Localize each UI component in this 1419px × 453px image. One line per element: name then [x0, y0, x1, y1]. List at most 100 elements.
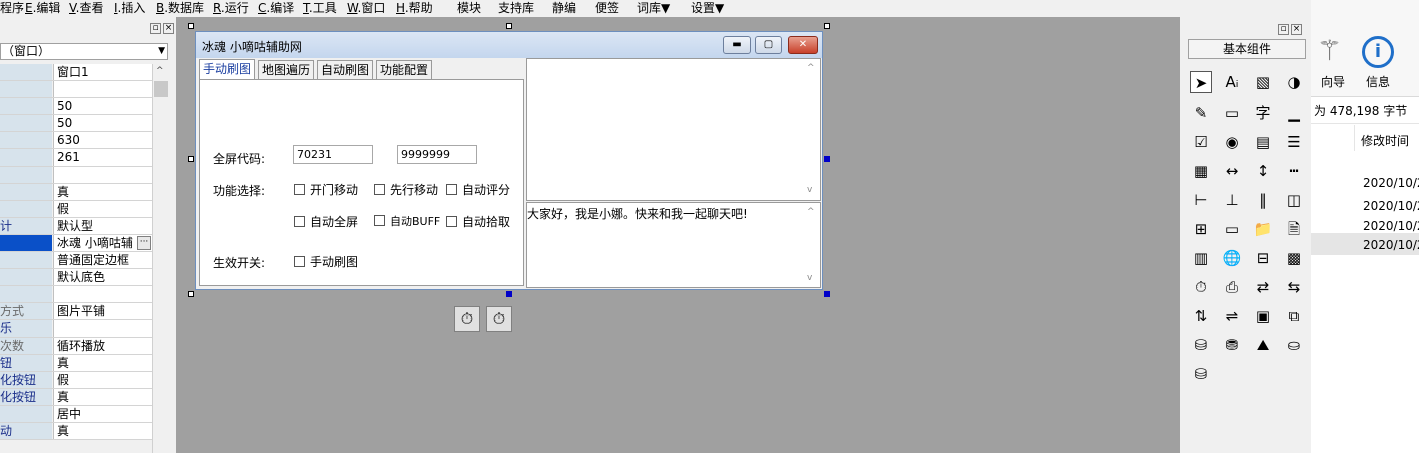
scrollbar-h-icon[interactable]: ↔ — [1221, 160, 1243, 182]
property-row[interactable]: 计默认型 — [0, 217, 152, 235]
checkbox-box[interactable] — [294, 216, 305, 227]
groupbox-icon[interactable]: ▤ — [1252, 131, 1274, 153]
resize-handle[interactable] — [824, 23, 830, 29]
menu-window[interactable]: W.窗口 — [347, 1, 385, 15]
menu-compile[interactable]: C.编译 — [258, 1, 294, 15]
menu-tools[interactable]: T.工具 — [303, 1, 337, 15]
resize-handle[interactable] — [506, 23, 512, 29]
menu-program[interactable]: 程序 — [0, 1, 24, 15]
property-row[interactable]: 261 — [0, 149, 152, 167]
property-row[interactable]: 假 — [0, 200, 152, 218]
panel-close-button[interactable]: × — [1291, 24, 1302, 35]
client-icon[interactable]: ⇌ — [1221, 305, 1243, 327]
scrollbar-v-icon[interactable]: ↕ — [1252, 160, 1274, 182]
shape-icon[interactable]: ◑ — [1283, 71, 1305, 93]
output-memo[interactable]: ^ v — [526, 58, 821, 201]
designer-window[interactable]: 冰魂 小嘀咕辅助网 ▬ ▢ ✕ 手动刷图 地图遍历 自动刷图 功能配置 全屏代码… — [195, 31, 823, 332]
property-row[interactable]: 方式 图片平铺 — [0, 303, 152, 321]
db-link-icon[interactable]: ⛁ — [1190, 334, 1212, 356]
property-row[interactable] — [0, 166, 152, 184]
frame-icon[interactable]: ▦ — [1190, 160, 1212, 182]
resize-handle[interactable] — [188, 156, 194, 162]
property-row[interactable]: 动真 — [0, 422, 152, 441]
transfer-icon[interactable]: ⇄ — [1252, 276, 1274, 298]
timer-icon[interactable]: ⏱ — [1190, 276, 1212, 298]
property-row[interactable]: 钮真 — [0, 354, 152, 372]
checkbox-manual-refresh[interactable]: 手动刷图 — [294, 253, 358, 270]
printer-icon[interactable]: ⎙ — [1221, 276, 1243, 298]
progress-icon[interactable]: ┅ — [1283, 160, 1305, 182]
property-row[interactable] — [0, 81, 152, 99]
memo-scrollbar[interactable]: ^ v — [804, 203, 820, 287]
checkbox-open-door-move[interactable]: 开门移动 — [294, 181, 358, 198]
chart-icon[interactable]: ⛰ — [1252, 334, 1274, 356]
object-select[interactable]: （窗口） ▼ — [0, 43, 168, 60]
dialog-icon[interactable]: ⧉ — [1283, 305, 1305, 327]
panel-menu-button[interactable]: ▫ — [1278, 24, 1289, 35]
panel-restore-button[interactable]: ▫ — [150, 23, 161, 34]
menu-module[interactable]: 模块 — [457, 1, 481, 15]
menu-support-lib[interactable]: 支持库 — [498, 1, 534, 15]
editbox-icon[interactable]: ▭ — [1221, 102, 1243, 124]
checkbox-auto-fullscreen[interactable]: 自动全屏 — [294, 213, 358, 230]
modified-time-header[interactable]: 修改时间 — [1361, 132, 1409, 149]
database-icon[interactable]: ⛃ — [1221, 334, 1243, 356]
slider-h-icon[interactable]: ⊢ — [1190, 189, 1212, 211]
checkbox-auto-pickup[interactable]: 自动拾取 — [446, 213, 510, 230]
resize-handle[interactable] — [506, 291, 512, 297]
edit-icon[interactable]: ✎ — [1190, 102, 1212, 124]
chat-memo[interactable]: 大家好，我是小娜。快来和我一起聊天吧! ^ v — [526, 202, 821, 288]
line-icon[interactable]: ▁ — [1283, 102, 1305, 124]
resize-handle[interactable] — [824, 291, 830, 297]
checkbox-icon[interactable]: ☑ — [1190, 131, 1212, 153]
stopwatch-icon[interactable]: ⏱ — [486, 306, 512, 332]
property-row[interactable]: 普通固定边框 — [0, 252, 152, 270]
property-scrollbar[interactable]: ^ — [152, 64, 168, 453]
property-row[interactable]: 630 — [0, 132, 152, 150]
basic-components-button[interactable]: 基本组件 — [1188, 39, 1306, 59]
scrollbar-thumb[interactable] — [154, 81, 168, 97]
checkbox-box[interactable] — [446, 184, 457, 195]
property-row[interactable]: 真 — [0, 183, 152, 201]
checkbox-box[interactable] — [374, 184, 385, 195]
network-share-icon[interactable]: ⇆ — [1283, 276, 1305, 298]
code-input-1[interactable]: 70231 — [293, 145, 373, 164]
property-row[interactable] — [0, 286, 152, 304]
window-titlebar[interactable]: 冰魂 小嘀咕辅助网 ▬ ▢ ✕ — [196, 32, 822, 58]
image-list-icon[interactable]: ◫ — [1283, 189, 1305, 211]
tab-function-config[interactable]: 功能配置 — [376, 60, 433, 80]
scroll-up-icon[interactable]: ^ — [156, 66, 164, 76]
network-icon[interactable]: 🌐 — [1221, 247, 1243, 269]
stopwatch-icon[interactable]: ⏱ — [454, 306, 480, 332]
menu-static-compile[interactable]: 静编 — [552, 1, 576, 15]
table-icon[interactable]: ▥ — [1190, 247, 1212, 269]
property-row[interactable]: 次数 循环播放 — [0, 337, 152, 355]
listbox-icon[interactable]: ☰ — [1283, 131, 1305, 153]
property-row[interactable]: 窗口1 — [0, 64, 152, 82]
pointer-icon[interactable]: ➤ — [1190, 71, 1212, 93]
button-icon[interactable]: ▭ — [1221, 218, 1243, 240]
label-icon[interactable]: Aᵢ — [1221, 71, 1243, 93]
splitter-icon[interactable]: ‖ — [1252, 189, 1274, 211]
property-row[interactable]: 居中 — [0, 405, 152, 423]
property-row[interactable]: 默认底色 — [0, 269, 152, 287]
menu-edit[interactable]: E.编辑 — [25, 1, 60, 15]
resize-handle[interactable] — [188, 23, 194, 29]
odbc-icon[interactable]: ⛀ — [1283, 334, 1305, 356]
resize-handle[interactable] — [824, 156, 830, 162]
property-row[interactable]: 乐 — [0, 320, 152, 338]
radio-icon[interactable]: ◉ — [1221, 131, 1243, 153]
wand-icon[interactable]: ⚚ — [1317, 34, 1342, 67]
minimize-button[interactable]: ▬ — [723, 36, 751, 54]
odbc-table-icon[interactable]: ⛁ — [1190, 363, 1212, 385]
calendar-icon[interactable]: ▩ — [1283, 247, 1305, 269]
ellipsis-button[interactable]: ··· — [137, 235, 151, 250]
menu-run[interactable]: R.运行 — [213, 1, 249, 15]
picture-icon[interactable]: ▧ — [1252, 71, 1274, 93]
menu-settings[interactable]: 设置▼ — [691, 1, 724, 15]
property-row[interactable]: 50 — [0, 98, 152, 116]
checkbox-box[interactable] — [446, 216, 457, 227]
link-icon[interactable]: ⇅ — [1190, 305, 1212, 327]
menu-view[interactable]: V.查看 — [69, 1, 104, 15]
property-row-selected[interactable]: 冰魂 小嘀咕辅 ··· — [0, 234, 152, 253]
